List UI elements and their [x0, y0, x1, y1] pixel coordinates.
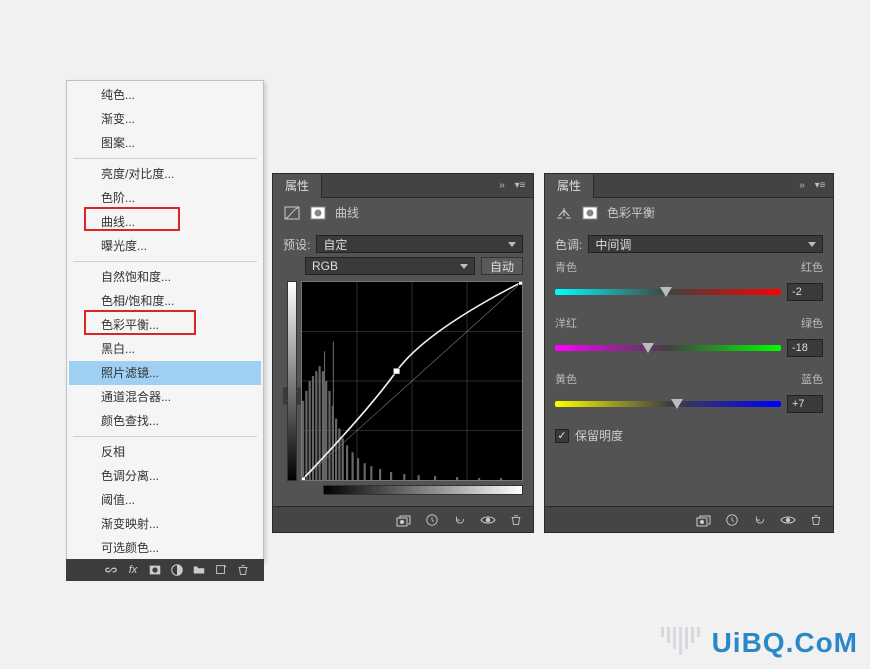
menu-item-brightness[interactable]: 亮度/对比度...	[69, 162, 261, 186]
menu-item-posterize[interactable]: 色调分离...	[69, 464, 261, 488]
panel-title-text: 曲线	[335, 204, 359, 221]
menu-item-threshold[interactable]: 阈值...	[69, 488, 261, 512]
adjustment-layer-menu[interactable]: 纯色... 渐变... 图案... 亮度/对比度... 色阶... 曲线... …	[66, 80, 264, 561]
delete-icon[interactable]	[507, 511, 525, 529]
slider-right-label: 绿色	[801, 315, 823, 331]
view-previous-icon[interactable]	[723, 511, 741, 529]
panel-footer	[545, 506, 833, 532]
reset-icon[interactable]	[451, 511, 469, 529]
panel-tabbar: 属性 » ▾≡	[273, 174, 533, 198]
watermark-decoration	[661, 627, 700, 655]
menu-item-photo-filter[interactable]: 照片滤镜...	[69, 361, 261, 385]
visibility-icon[interactable]	[479, 511, 497, 529]
menu-item-exposure[interactable]: 曝光度...	[69, 234, 261, 258]
mask-thumb-icon[interactable]	[581, 205, 599, 221]
color-balance-icon	[555, 205, 573, 221]
panel-header: 曲线	[273, 198, 533, 227]
collapse-icon[interactable]: »	[795, 179, 809, 193]
menu-item-invert[interactable]: 反相	[69, 440, 261, 464]
menu-item-gradient-map[interactable]: 渐变映射...	[69, 512, 261, 536]
yellow-blue-slider[interactable]	[555, 401, 781, 407]
properties-panel-curves: 属性 » ▾≡ 曲线 预设: 自定 RGB 自动	[272, 173, 534, 533]
panel-menu-icon[interactable]: ▾≡	[813, 179, 827, 193]
layers-footer-bar: fx	[66, 559, 264, 581]
slider-thumb[interactable]	[642, 343, 654, 353]
magenta-green-slider[interactable]	[555, 345, 781, 351]
menu-item-color-balance[interactable]: 色彩平衡...	[69, 313, 261, 337]
trash-icon[interactable]	[232, 559, 254, 581]
menu-item-channel-mixer[interactable]: 通道混合器...	[69, 385, 261, 409]
input-gradient-strip	[323, 485, 523, 495]
menu-item-color-lookup[interactable]: 颜色查找...	[69, 409, 261, 433]
slider-thumb[interactable]	[660, 287, 672, 297]
curves-graph[interactable]	[301, 281, 523, 481]
menu-item-hue-saturation[interactable]: 色相/饱和度...	[69, 289, 261, 313]
clip-to-layer-icon[interactable]	[695, 511, 713, 529]
yellow-blue-value[interactable]: +7	[787, 395, 823, 413]
delete-icon[interactable]	[807, 511, 825, 529]
cyan-red-value[interactable]: -2	[787, 283, 823, 301]
menu-separator	[73, 436, 257, 437]
slider-left-label: 洋红	[555, 315, 577, 331]
menu-item-black-white[interactable]: 黑白...	[69, 337, 261, 361]
panel-menu-icon[interactable]: ▾≡	[513, 179, 527, 193]
cyan-red-slider[interactable]	[555, 289, 781, 295]
folder-icon[interactable]	[188, 559, 210, 581]
preserve-luminosity-label: 保留明度	[575, 427, 623, 444]
mask-icon[interactable]	[144, 559, 166, 581]
preserve-luminosity-checkbox[interactable]: ✓	[555, 429, 569, 443]
preset-label: 预设:	[283, 236, 310, 253]
menu-item-levels[interactable]: 色阶...	[69, 186, 261, 210]
menu-item-vibrance[interactable]: 自然饱和度...	[69, 265, 261, 289]
fx-icon[interactable]: fx	[122, 559, 144, 581]
watermark-text: UiBQ.CoM	[712, 627, 858, 659]
output-gradient-strip	[287, 281, 297, 481]
slider-thumb[interactable]	[671, 399, 683, 409]
mask-thumb-icon[interactable]	[309, 205, 327, 221]
adjustment-icon[interactable]	[166, 559, 188, 581]
panel-header: 色彩平衡	[545, 198, 833, 227]
channel-select[interactable]: RGB	[305, 257, 475, 275]
panel-tabbar: 属性 » ▾≡	[545, 174, 833, 198]
auto-button[interactable]: 自动	[481, 257, 523, 275]
preset-select[interactable]: 自定	[316, 235, 523, 253]
collapse-icon[interactable]: »	[495, 179, 509, 193]
view-previous-icon[interactable]	[423, 511, 441, 529]
slider-left-label: 黄色	[555, 371, 577, 387]
new-layer-icon[interactable]	[210, 559, 232, 581]
properties-tab[interactable]: 属性	[545, 174, 594, 198]
menu-item-pattern[interactable]: 图案...	[69, 131, 261, 155]
balance-body: 色调: 中间调 青色 红色 -2 洋红 绿色 -18	[545, 227, 833, 506]
curves-body: 预设: 自定 RGB 自动	[273, 227, 533, 506]
slider-right-label: 红色	[801, 259, 823, 275]
visibility-icon[interactable]	[779, 511, 797, 529]
menu-item-selective-color[interactable]: 可选颜色...	[69, 536, 261, 560]
panel-title-text: 色彩平衡	[607, 204, 655, 221]
slider-left-label: 青色	[555, 259, 577, 275]
clip-to-layer-icon[interactable]	[395, 511, 413, 529]
menu-item-curves[interactable]: 曲线...	[69, 210, 261, 234]
menu-item-gradient[interactable]: 渐变...	[69, 107, 261, 131]
tone-select[interactable]: 中间调	[588, 235, 823, 253]
properties-tab[interactable]: 属性	[273, 174, 322, 198]
magenta-green-value[interactable]: -18	[787, 339, 823, 357]
reset-icon[interactable]	[751, 511, 769, 529]
slider-block: 青色 红色 -2 洋红 绿色 -18 黄色 蓝色	[555, 259, 823, 444]
menu-separator	[73, 158, 257, 159]
menu-item-solid-color[interactable]: 纯色...	[69, 83, 261, 107]
panel-footer	[273, 506, 533, 532]
menu-separator	[73, 261, 257, 262]
curves-icon	[283, 205, 301, 221]
properties-panel-color-balance: 属性 » ▾≡ 色彩平衡 色调: 中间调 青色 红色 -2	[544, 173, 834, 533]
tone-label: 色调:	[555, 236, 582, 253]
slider-right-label: 蓝色	[801, 371, 823, 387]
link-icon[interactable]	[100, 559, 122, 581]
